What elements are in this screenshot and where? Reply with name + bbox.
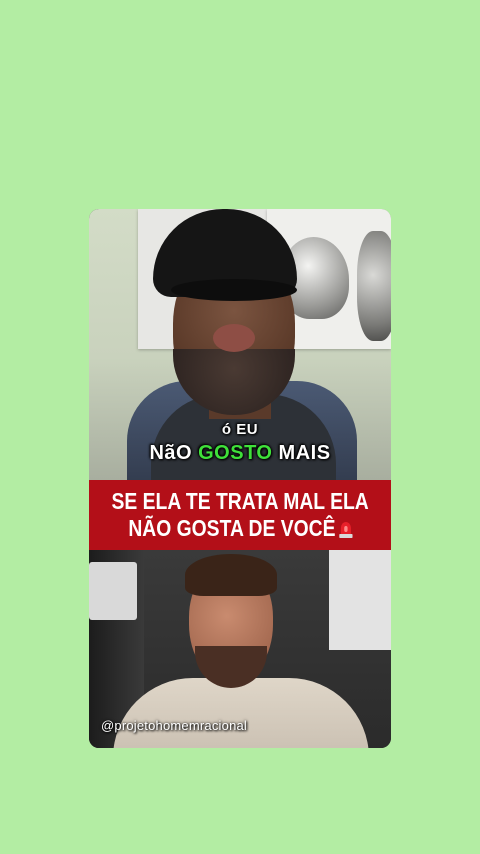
caption-text: NãO: [149, 442, 199, 464]
video-card[interactable]: ó EU NãO GOSTO MAIS SE ELA TE TRATA MAL …: [89, 209, 391, 748]
headline-line-1: SE ELA TE TRATA MAL ELA: [111, 488, 369, 514]
listener-hair: [185, 554, 277, 596]
caption-highlight: GOSTO: [198, 442, 273, 464]
play-button-plaque: [89, 562, 137, 620]
top-video-frame: ó EU NãO GOSTO MAIS: [89, 209, 391, 480]
headline-text: NÃO GOSTA DE VOCÊ: [128, 515, 336, 541]
lion-artwork: [357, 231, 391, 341]
listener-shirt: [113, 678, 369, 748]
headline-line-2: NÃO GOSTA DE VOCÊ: [128, 515, 352, 542]
caption-line-1: ó EU: [221, 421, 259, 438]
siren-icon: [338, 517, 352, 538]
speaker-mouth: [213, 324, 255, 352]
cap-brim: [171, 279, 297, 301]
studio-wall: [329, 550, 391, 650]
headline-banner: SE ELA TE TRATA MAL ELA NÃO GOSTA DE VOC…: [89, 480, 391, 550]
channel-watermark: @projetohomemracional: [101, 718, 248, 733]
bottom-video-frame: @projetohomemracional: [89, 550, 391, 748]
screen: { "subtitle": { "line1": "ó EU", "line2_…: [0, 0, 480, 854]
caption-line-2: NãO GOSTO MAIS: [89, 442, 391, 465]
caption-text: MAIS: [272, 442, 331, 464]
